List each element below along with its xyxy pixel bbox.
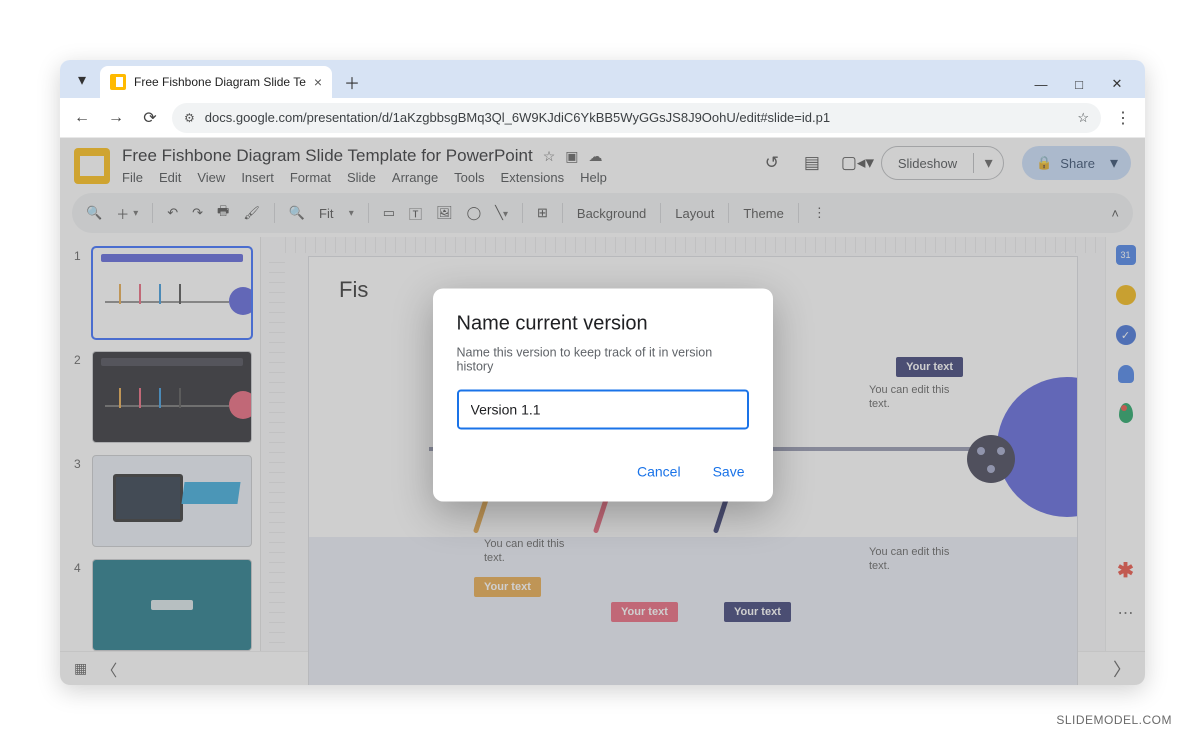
save-button[interactable]: Save (709, 457, 749, 485)
close-tab-icon[interactable]: × (314, 74, 322, 90)
browser-tab[interactable]: Free Fishbone Diagram Slide Te × (100, 66, 332, 98)
cancel-button[interactable]: Cancel (633, 457, 685, 485)
tab-strip: ▾ Free Fishbone Diagram Slide Te × ＋ — □… (60, 60, 1145, 98)
omnibox[interactable]: ⚙ docs.google.com/presentation/d/1aKzgbb… (172, 103, 1101, 133)
reload-icon[interactable]: ⟳ (138, 108, 162, 128)
tab-title: Free Fishbone Diagram Slide Te (134, 75, 306, 89)
version-name-input[interactable] (457, 389, 749, 429)
minimize-icon[interactable]: — (1033, 77, 1049, 92)
back-icon[interactable]: ← (70, 109, 94, 127)
slides-favicon-icon (110, 74, 126, 90)
site-settings-icon[interactable]: ⚙ (184, 111, 195, 125)
window-controls: — □ ✕ (1033, 76, 1137, 92)
tabs-dropdown-icon[interactable]: ▾ (68, 66, 96, 94)
chrome-menu-icon[interactable]: ⋮ (1111, 108, 1135, 128)
address-bar: ← → ⟳ ⚙ docs.google.com/presentation/d/1… (60, 98, 1145, 138)
watermark: SLIDEMODEL.COM (1056, 713, 1172, 727)
bookmark-star-icon[interactable]: ☆ (1077, 110, 1089, 126)
forward-icon[interactable]: → (104, 109, 128, 127)
close-window-icon[interactable]: ✕ (1109, 76, 1125, 92)
url-text: docs.google.com/presentation/d/1aKzgbbsg… (205, 110, 1068, 125)
new-tab-button[interactable]: ＋ (338, 68, 366, 96)
maximize-icon[interactable]: □ (1071, 77, 1087, 92)
browser-window: ▾ Free Fishbone Diagram Slide Te × ＋ — □… (60, 60, 1145, 685)
dialog-title: Name current version (457, 312, 749, 335)
name-version-dialog: Name current version Name this version t… (433, 288, 773, 501)
dialog-subtitle: Name this version to keep track of it in… (457, 345, 749, 373)
